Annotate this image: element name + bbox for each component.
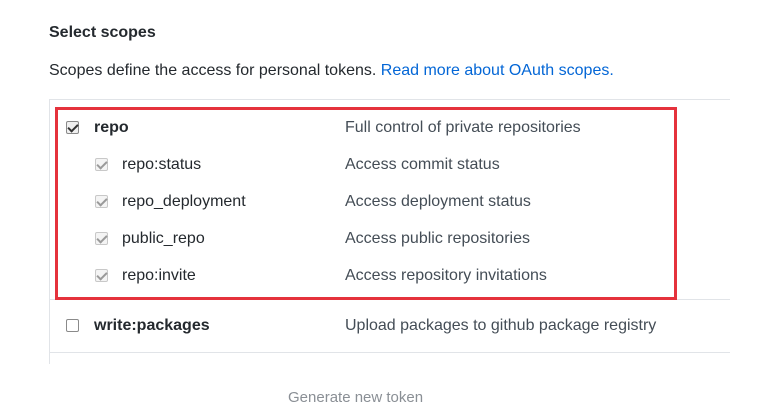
scope-name-repo-status: repo:status — [122, 156, 202, 173]
scope-name-public-repo: public_repo — [122, 230, 205, 247]
scope-desc-public-repo: Access public repositories — [345, 230, 530, 247]
scope-name-repo: repo — [94, 119, 129, 136]
scope-divider — [50, 299, 730, 300]
scope-row-repo-deployment: repo_deployment Access deployment status — [50, 190, 730, 214]
scope-name-repo-invite: repo:invite — [122, 267, 196, 284]
scope-row-repo-invite: repo:invite Access repository invitation… — [50, 264, 730, 288]
scope-row-repo: repo Full control of private repositorie… — [50, 116, 730, 140]
scopes-description-line: Scopes define the access for personal to… — [49, 62, 614, 80]
select-scopes-heading: Select scopes — [49, 24, 156, 41]
repo-invite-checkbox[interactable] — [95, 269, 108, 282]
scope-desc-write-packages: Upload packages to github package regist… — [345, 317, 657, 334]
generate-token-button[interactable]: Generate new token — [288, 389, 423, 406]
scope-divider-bottom — [50, 352, 730, 353]
scope-desc-repo-deployment: Access deployment status — [345, 193, 531, 210]
oauth-scopes-link[interactable]: Read more about OAuth scopes. — [381, 62, 614, 79]
scope-row-repo-status: repo:status Access commit status — [50, 153, 730, 177]
write-packages-checkbox[interactable] — [66, 319, 79, 332]
scope-desc-repo: Full control of private repositories — [345, 119, 581, 136]
repo-checkbox[interactable] — [66, 121, 79, 134]
scopes-list: repo Full control of private repositorie… — [49, 99, 730, 364]
scope-desc-repo-invite: Access repository invitations — [345, 267, 547, 284]
scopes-description: Scopes define the access for personal to… — [49, 62, 377, 79]
scope-row-public-repo: public_repo Access public repositories — [50, 227, 730, 251]
scope-name-repo-deployment: repo_deployment — [122, 193, 246, 210]
scope-name-write-packages: write:packages — [94, 317, 210, 334]
scope-row-write-packages: write:packages Upload packages to github… — [50, 314, 730, 338]
repo-status-checkbox[interactable] — [95, 158, 108, 171]
scope-desc-repo-status: Access commit status — [345, 156, 500, 173]
repo-deployment-checkbox[interactable] — [95, 195, 108, 208]
public-repo-checkbox[interactable] — [95, 232, 108, 245]
